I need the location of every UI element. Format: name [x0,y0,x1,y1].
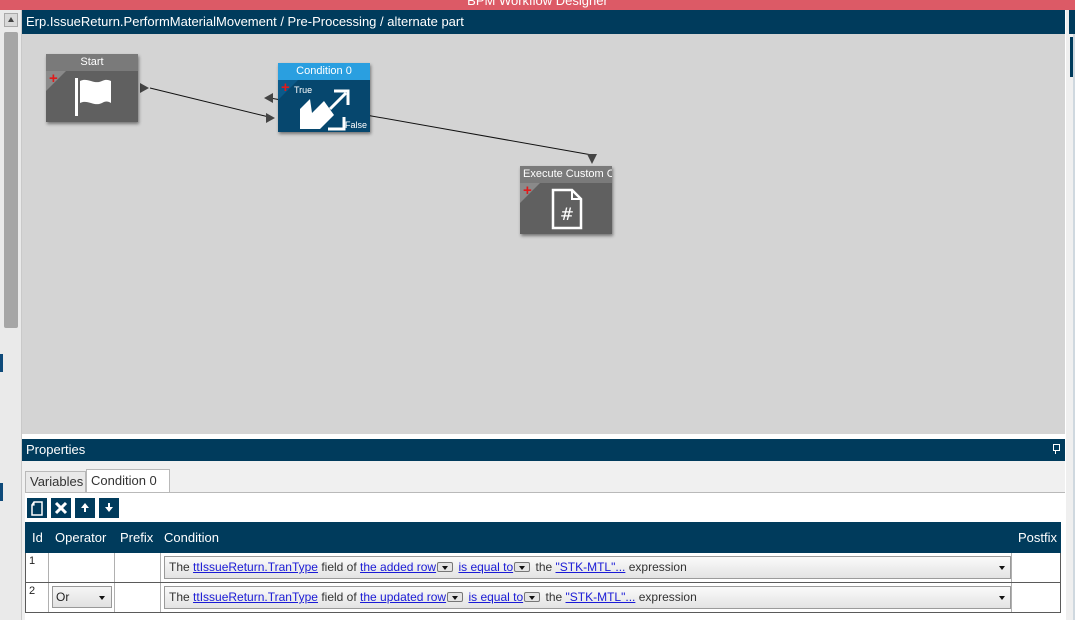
column-header-postfix[interactable]: Postfix [1018,522,1057,553]
condition-node-title: Condition 0 [278,63,370,80]
postfix-cell[interactable] [1012,583,1060,612]
window-title: BPM Workflow Designer [467,0,608,8]
condition-editor[interactable]: The ttIssueReturn.TranType field of the … [164,556,1011,579]
column-header-condition[interactable]: Condition [164,522,219,553]
delete-x-icon [54,501,68,515]
dock-marker[interactable] [0,483,3,501]
condition-true-port[interactable] [264,93,273,103]
comparison-link[interactable]: is equal to [468,590,523,604]
flag-icon [75,78,111,116]
row-source-dropdown[interactable] [447,592,464,602]
arrow-up-icon [81,503,89,512]
new-row-button[interactable] [26,497,48,519]
connector-layer [140,83,597,164]
add-plus-icon[interactable]: + [281,80,290,95]
table-row[interactable]: 1 The ttIssueReturn.TranType field of th… [25,553,1061,583]
chevron-down-icon[interactable] [999,566,1005,570]
properties-header: Properties [22,439,1065,461]
dock-marker[interactable] [0,354,3,372]
chevron-down-icon[interactable] [999,596,1005,600]
prefix-cell[interactable] [115,553,161,582]
workflow-canvas[interactable]: Start + Condition 0 + True False Execute… [22,34,1065,434]
branch-arrows-icon [300,89,350,131]
condition-text: expression [638,590,697,604]
condition-node[interactable]: Condition 0 + True False [278,63,370,132]
column-header-operator[interactable]: Operator [55,522,106,553]
condition-editor[interactable]: The ttIssueReturn.TranType field of the … [164,586,1011,609]
move-down-button[interactable] [98,497,120,519]
right-dock-strip [1066,10,1075,620]
execute-custom-code-node[interactable]: Execute Custom Code + # [520,166,612,234]
left-scroll-strip [0,10,22,620]
condition-cell: The ttIssueReturn.TranType field of the … [161,583,1012,612]
prefix-cell[interactable] [115,583,161,612]
properties-panel: Variables Condition 0 Id Operator Prefix… [22,461,1065,620]
condition-text: The [169,560,190,574]
row-id: 2 [26,583,49,612]
dock-marker[interactable] [1070,37,1073,77]
connector-start-to-condition[interactable] [149,87,270,118]
value-link[interactable]: "STK-MTL"... [566,590,636,604]
table-row[interactable]: 2 Or The ttIssueReturn.TranType field of [25,583,1061,613]
condition-input-port[interactable] [266,113,275,123]
bpm-workflow-designer: BPM Workflow Designer Erp.IssueReturn.Pe… [0,0,1075,620]
add-plus-icon[interactable]: + [523,183,532,198]
execute-node-title: Execute Custom Code [520,166,612,183]
execute-input-port[interactable] [587,154,597,164]
tab-condition-0[interactable]: Condition 0 [86,469,170,493]
operator-cell: Or [49,583,115,612]
code-document-icon: # [551,188,583,230]
dock-header [1069,10,1075,34]
condition-text: the [535,560,553,574]
operator-select[interactable]: Or [52,586,112,608]
comparison-dropdown[interactable] [514,562,531,572]
row-source-link[interactable]: the updated row [360,590,446,604]
row-id: 1 [26,553,49,582]
start-node-title: Start [46,54,138,71]
field-link[interactable]: ttIssueReturn.TranType [193,560,318,574]
scroll-up-button[interactable] [4,13,18,27]
postfix-cell[interactable] [1012,553,1060,582]
column-header-prefix[interactable]: Prefix [120,522,153,553]
new-document-icon [31,501,43,516]
window-titlebar[interactable]: BPM Workflow Designer [0,0,1075,10]
condition-text: The [169,590,190,604]
condition-text: field of [321,560,357,574]
operator-cell[interactable] [49,553,115,582]
row-source-dropdown[interactable] [437,562,454,572]
condition-cell: The ttIssueReturn.TranType field of the … [161,553,1012,582]
row-source-link[interactable]: the added row [360,560,436,574]
comparison-dropdown[interactable] [524,592,541,602]
start-node[interactable]: Start + [46,54,138,122]
field-link[interactable]: ttIssueReturn.TranType [193,590,318,604]
workflow-breadcrumb: Erp.IssueReturn.PerformMaterialMovement … [22,10,1065,34]
condition-text: field of [321,590,357,604]
condition-grid: Id Operator Prefix Condition Postfix 1 T… [25,522,1061,613]
chevron-down-icon [99,596,105,600]
operator-value: Or [56,590,70,604]
start-output-port[interactable] [140,83,149,93]
condition-text: the [545,590,563,604]
scroll-thumb[interactable] [4,32,18,328]
add-plus-icon[interactable]: + [49,71,58,86]
svg-text:#: # [560,205,574,225]
arrow-down-icon [105,503,113,512]
column-header-id[interactable]: Id [32,522,43,553]
value-link[interactable]: "STK-MTL"... [556,560,626,574]
delete-row-button[interactable] [50,497,72,519]
properties-title: Properties [26,442,86,457]
condition-tab-panel: Id Operator Prefix Condition Postfix 1 T… [25,492,1065,620]
comparison-link[interactable]: is equal to [458,560,513,574]
pin-icon[interactable] [1052,444,1060,454]
move-up-button[interactable] [74,497,96,519]
condition-text: expression [628,560,687,574]
grid-header: Id Operator Prefix Condition Postfix [25,522,1061,553]
tab-variables[interactable]: Variables [25,471,86,493]
